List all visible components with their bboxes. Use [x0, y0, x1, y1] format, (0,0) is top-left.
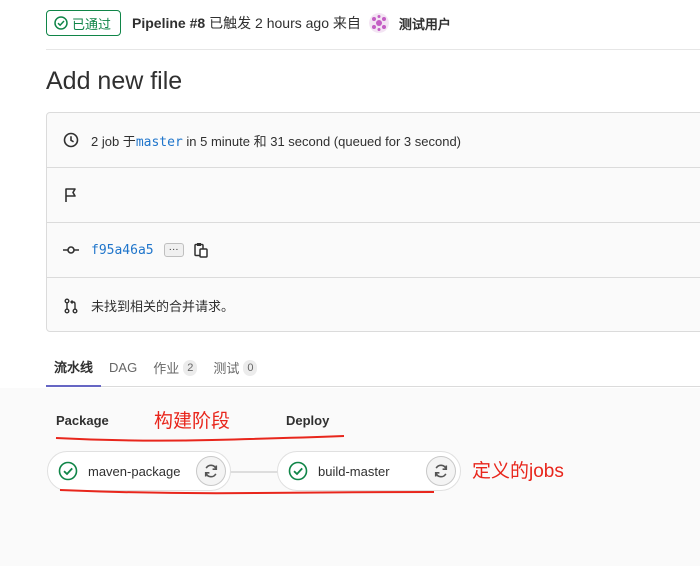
stage-connector [230, 471, 278, 473]
tab-label: 测试 [213, 361, 240, 376]
pipeline-info-box: 2 job 于master in 5 minute 和 31 second (q… [46, 112, 700, 332]
header-divider [46, 49, 700, 50]
copy-icon[interactable] [193, 242, 208, 258]
pipeline-link[interactable]: Pipeline #8 [132, 15, 205, 31]
status-badge[interactable]: 已通过 [46, 10, 122, 36]
expand-commit-button[interactable]: ··· [163, 243, 184, 257]
jobs-count-badge: 2 [183, 359, 198, 376]
page-title: Add new file [46, 67, 183, 95]
job-name: maven-package [88, 463, 181, 479]
check-circle-icon [288, 461, 308, 481]
pipeline-graph: Package Deploy 构建阶段 maven-package build-… [0, 388, 700, 566]
annotation-stage-underline [55, 435, 345, 442]
flag-icon [63, 187, 79, 203]
stage-title-deploy: Deploy [286, 413, 330, 428]
triggered-text: 已触发 2 hours ago 来自 [209, 15, 361, 31]
merge-request-icon [63, 298, 79, 314]
tab-label: DAG [109, 360, 138, 375]
tab-label: 流水线 [54, 360, 94, 375]
retry-icon[interactable] [426, 456, 456, 486]
info-row-flag [47, 168, 700, 223]
clock-icon [63, 132, 79, 148]
tests-count-badge: 0 [243, 359, 258, 376]
pipeline-header: 已通过 Pipeline #8 已触发 2 hours ago 来自 测试用户 [46, 10, 451, 36]
user-name[interactable]: 测试用户 [399, 14, 451, 33]
info-row-duration: 2 job 于master in 5 minute 和 31 second (q… [47, 113, 700, 168]
info-row-commit: f95a46a5 ··· [47, 223, 700, 278]
job-name: build-master [318, 463, 390, 479]
jobs-summary: 2 job 于master in 5 minute 和 31 second (q… [91, 131, 461, 150]
annotation-jobs-note: 定义的jobs [472, 461, 564, 482]
commit-sha-link[interactable]: f95a46a5 [91, 243, 154, 258]
tab-tests[interactable]: 测试 0 [205, 348, 265, 387]
jobs-prefix: 2 job 于 [91, 133, 136, 149]
avatar[interactable] [368, 13, 389, 33]
tab-label: 作业 [153, 361, 180, 376]
check-circle-icon [54, 16, 68, 30]
merge-request-text: 未找到相关的合并请求。 [91, 299, 235, 314]
pipeline-tabs: 流水线 DAG 作业 2 测试 0 [46, 348, 700, 387]
job-maven-package[interactable]: maven-package [47, 451, 231, 491]
commit-icon [63, 242, 79, 258]
status-label: 已通过 [72, 16, 112, 32]
jobs-suffix: in 5 minute 和 31 second (queued for 3 se… [182, 133, 462, 149]
info-row-merge-request: 未找到相关的合并请求。 [47, 278, 700, 333]
tab-pipeline[interactable]: 流水线 [46, 348, 102, 387]
tab-jobs[interactable]: 作业 2 [145, 348, 205, 387]
retry-icon[interactable] [196, 456, 226, 486]
annotation-jobs-underline [59, 489, 435, 495]
tab-dag[interactable]: DAG [101, 348, 145, 387]
check-circle-icon [58, 461, 78, 481]
branch-link[interactable]: master [136, 135, 183, 150]
job-build-master[interactable]: build-master [277, 451, 461, 491]
stage-title-package: Package [56, 413, 109, 428]
